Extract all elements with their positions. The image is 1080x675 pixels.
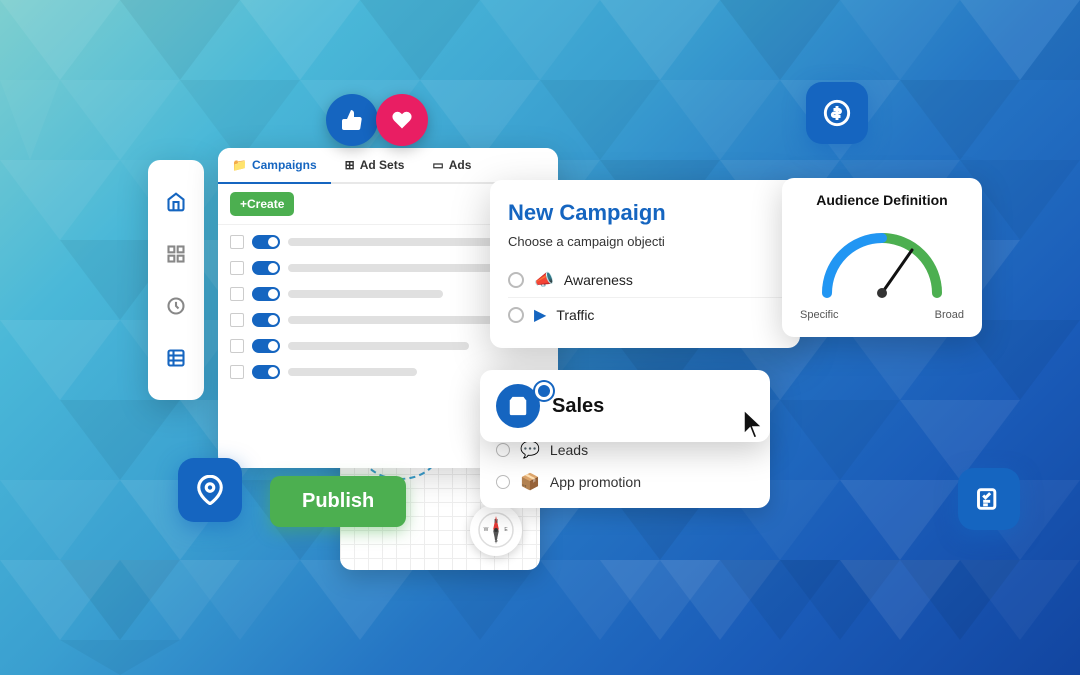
tab-campaigns-label: Campaigns [252,158,317,172]
svg-text:W: W [484,527,489,533]
like-button[interactable] [326,94,378,146]
row-checkbox[interactable] [230,235,244,249]
row-checkbox[interactable] [230,339,244,353]
svg-text:N: N [494,519,498,525]
checklist-fab[interactable] [958,468,1020,530]
awareness-icon: 📣 [534,270,554,290]
broad-label: Broad [935,309,964,321]
adsets-icon: ⊞ [345,158,355,172]
tab-campaigns[interactable]: 📁 Campaigns [218,148,331,184]
modal-title: New Campaign [508,200,782,226]
leads-label: Leads [550,442,588,458]
row-checkbox[interactable] [230,261,244,275]
objective-radio[interactable] [508,307,524,323]
objective-radio[interactable] [508,272,524,288]
row-bar [288,342,469,350]
list-item[interactable]: ▶ Traffic [508,298,782,332]
sidebar-icon-home[interactable] [162,188,190,216]
sales-card[interactable]: Sales [480,370,770,442]
panel-tabs: 📁 Campaigns ⊞ Ad Sets ▭ Ads [218,148,558,184]
row-checkbox[interactable] [230,287,244,301]
objective-label: Awareness [564,272,633,288]
dollar-fab[interactable] [806,82,868,144]
row-toggle[interactable] [252,339,280,353]
publish-button[interactable]: Publish [270,476,406,527]
tab-adsets[interactable]: ⊞ Ad Sets [331,148,419,184]
sales-label: Sales [552,395,604,418]
row-toggle[interactable] [252,365,280,379]
objective-label: Traffic [556,307,594,323]
row-toggle[interactable] [252,313,280,327]
row-bar [288,264,494,272]
tab-adsets-label: Ad Sets [360,158,405,172]
compass-icon: N S W E [470,504,522,556]
objective-radio[interactable] [496,475,510,489]
sidebar-panel [148,160,204,400]
row-bar [288,368,417,376]
sidebar-icon-grid[interactable] [162,240,190,268]
objective-radio[interactable] [496,443,510,457]
audience-gauge [812,218,952,303]
heart-button[interactable] [376,94,428,146]
tab-ads-label: Ads [449,158,472,172]
list-item[interactable]: 📦 App promotion [496,466,754,498]
objective-list: 📣 Awareness ▶ Traffic [508,263,782,332]
new-campaign-modal: New Campaign Choose a campaign objecti 📣… [490,180,800,348]
traffic-icon: ▶ [534,305,546,325]
audience-definition-card: Audience Definition Specific Broad [782,178,982,337]
app-promotion-label: App promotion [550,474,641,490]
app-promotion-icon: 📦 [520,472,540,492]
sidebar-icon-gauge[interactable] [162,292,190,320]
ads-icon: ▭ [432,158,443,172]
specific-label: Specific [800,309,839,321]
row-checkbox[interactable] [230,365,244,379]
row-toggle[interactable] [252,287,280,301]
list-item[interactable]: 📣 Awareness [508,263,782,298]
audience-title: Audience Definition [796,192,968,208]
tab-ads[interactable]: ▭ Ads [418,148,485,184]
row-toggle[interactable] [252,235,280,249]
row-checkbox[interactable] [230,313,244,327]
cursor-arrow [740,408,768,448]
leads-icon: 💬 [520,440,540,460]
modal-subtitle: Choose a campaign objecti [508,234,782,249]
row-bar [288,316,520,324]
sales-radio-selected [535,382,553,400]
location-fab[interactable] [178,458,242,522]
row-toggle[interactable] [252,261,280,275]
campaigns-icon: 📁 [232,158,247,172]
create-button[interactable]: +Create [230,192,294,216]
sales-icon [496,384,540,428]
row-bar [288,290,443,298]
sidebar-icon-table[interactable] [162,344,190,372]
gauge-labels: Specific Broad [796,309,968,321]
